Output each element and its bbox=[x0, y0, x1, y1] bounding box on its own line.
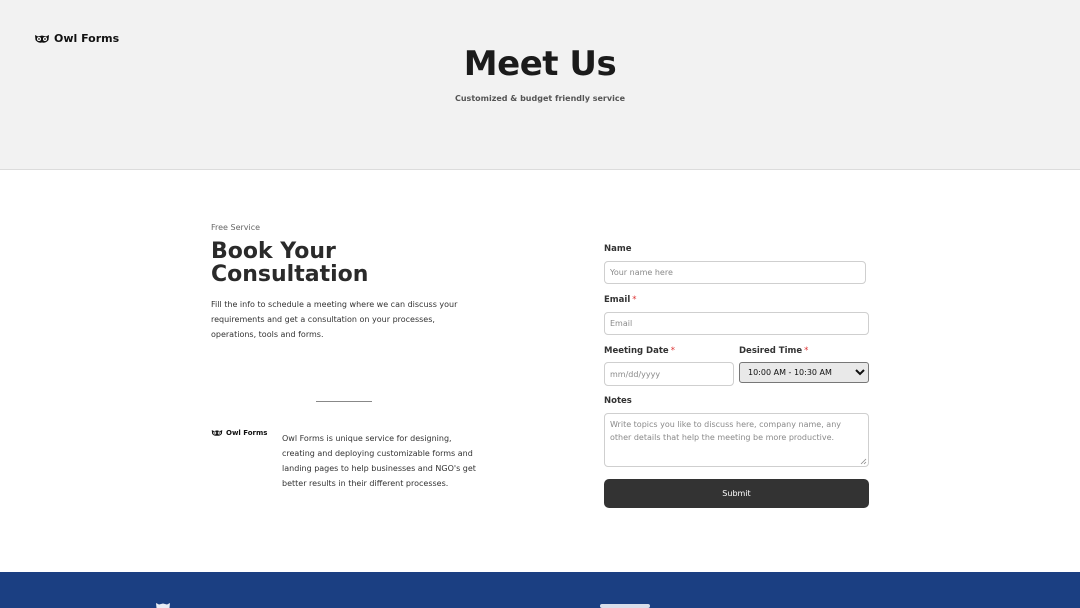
meeting-date-input[interactable] bbox=[604, 362, 734, 386]
notes-textarea[interactable] bbox=[604, 413, 869, 467]
name-label: Name bbox=[604, 244, 631, 254]
page-title: Meet Us bbox=[463, 44, 617, 84]
owl-icon bbox=[156, 603, 170, 608]
desired-time-required-mark: * bbox=[804, 346, 809, 356]
meeting-date-label-text: Meeting Date bbox=[604, 346, 669, 356]
about-logo-text: Owl Forms bbox=[226, 429, 268, 437]
name-input[interactable] bbox=[604, 261, 866, 284]
about-logo: Owl Forms bbox=[211, 429, 267, 437]
email-label-text: Email bbox=[604, 295, 631, 305]
submit-button[interactable]: Submit bbox=[604, 479, 869, 508]
section-eyebrow: Free Service bbox=[211, 223, 261, 232]
footer bbox=[0, 572, 1080, 608]
desired-time-select[interactable]: 10:00 AM - 10:30 AM bbox=[739, 362, 869, 383]
footer-heading-clipped bbox=[600, 604, 650, 608]
about-text: Owl Forms is unique service for designin… bbox=[282, 434, 476, 488]
desired-time-label: Desired Time * bbox=[739, 346, 808, 356]
resize-handle-icon[interactable] bbox=[860, 458, 867, 465]
hero-section: Owl Forms Meet Us Customized & budget fr… bbox=[0, 0, 1080, 170]
email-required-mark: * bbox=[632, 295, 637, 305]
meeting-date-required-mark: * bbox=[670, 346, 675, 356]
name-label-text: Name bbox=[604, 244, 632, 254]
notes-label-text: Notes bbox=[604, 396, 632, 406]
section-title-line2: Consultation bbox=[211, 262, 369, 287]
page-subtitle: Customized & budget friendly service bbox=[454, 94, 625, 103]
owl-icon bbox=[211, 430, 223, 436]
section-divider bbox=[316, 401, 372, 402]
notes-label: Notes bbox=[604, 396, 632, 406]
meeting-date-label: Meeting Date * bbox=[604, 346, 675, 356]
email-label: Email * bbox=[604, 295, 636, 305]
section-title: Book Your Consultation bbox=[211, 240, 511, 286]
desired-time-label-text: Desired Time bbox=[739, 346, 803, 356]
email-input[interactable] bbox=[604, 312, 869, 335]
owl-icon bbox=[35, 34, 49, 43]
section-title-line1: Book Your bbox=[211, 239, 336, 264]
footer-logo bbox=[155, 602, 171, 608]
section-description: Fill the info to schedule a meeting wher… bbox=[211, 300, 458, 339]
